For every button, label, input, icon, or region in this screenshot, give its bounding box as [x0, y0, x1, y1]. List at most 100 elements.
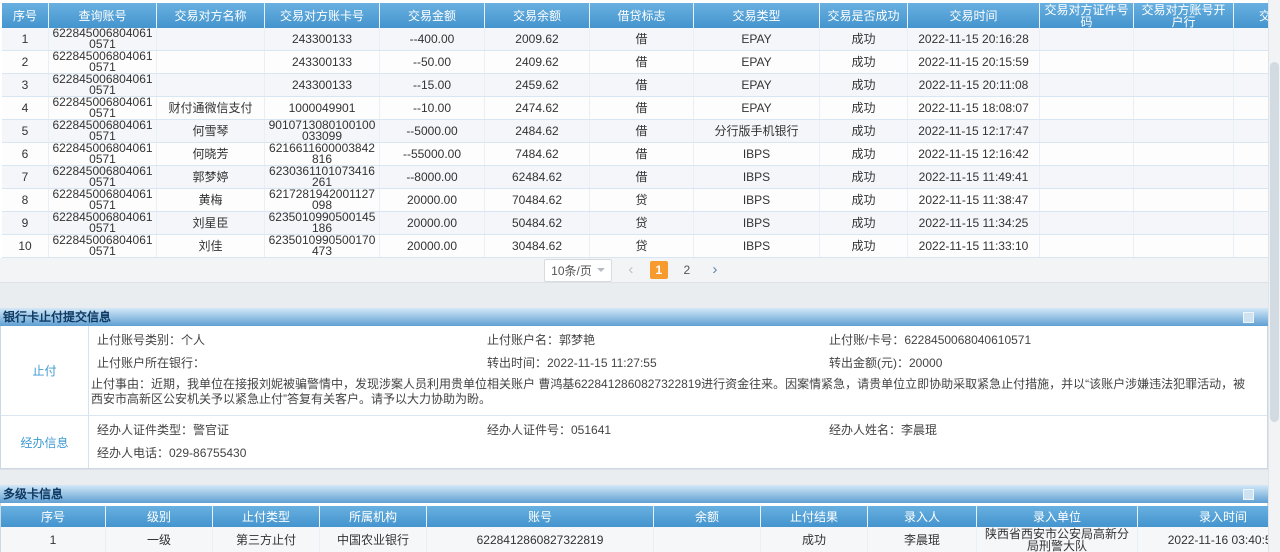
- cell-counterparty-card: 1000049901: [265, 97, 380, 120]
- collapse-icon[interactable]: [1243, 312, 1254, 323]
- cell-seq: 9: [2, 212, 49, 235]
- table-row[interactable]: 46228450068040610571财付通微信支付1000049901--1…: [2, 97, 1280, 120]
- transactions-table-body: 16228450068040610571243300133--400.00200…: [2, 28, 1280, 258]
- next-page-button[interactable]: [706, 261, 724, 279]
- info-field: 转出金额(元)：20000: [829, 357, 1259, 370]
- cell-counterparty-card: 6235010990500170473: [265, 235, 380, 258]
- cell-counterparty-name: 黄梅: [157, 189, 265, 212]
- cell-type: EPAY: [694, 28, 820, 51]
- cell-account: 6228450068040610571: [49, 74, 157, 97]
- cell-debit-credit-flag: 借: [590, 74, 694, 97]
- cell-amount: --10.00: [380, 97, 485, 120]
- column-header: 止付类型: [213, 506, 320, 527]
- transactions-table: 序号查询账号交易对方名称交易对方账卡号交易金额交易余额借贷标志交易类型交易是否成…: [2, 3, 1280, 258]
- cell-balance: 2409.62: [485, 51, 590, 74]
- column-header: 账号: [427, 506, 654, 527]
- table-row[interactable]: 106228450068040610571刘佳62350109905001704…: [2, 235, 1280, 258]
- cell-counterparty-bank: [1134, 51, 1234, 74]
- cell-counterparty-name: 刘星臣: [157, 212, 265, 235]
- multi-card-table: 序号级别止付类型所属机构账号余额止付结果录入人录入单位录入时间 1一级第三方止付…: [1, 506, 1280, 552]
- page-1-button[interactable]: 1: [650, 261, 668, 279]
- cell-time: 2022-11-15 12:16:42: [908, 143, 1040, 166]
- cell-balance: 62484.62: [485, 166, 590, 189]
- cell-account: 6228450068040610571: [49, 97, 157, 120]
- cell-seq: 8: [2, 189, 49, 212]
- cell-amount: --55000.00: [380, 143, 485, 166]
- collapse-icon[interactable]: [1243, 489, 1254, 500]
- cell-amount: --15.00: [380, 74, 485, 97]
- scrollbar-thumb[interactable]: [1270, 62, 1279, 422]
- cell-counterparty-bank: [1134, 166, 1234, 189]
- cell-institution: 中国农业银行: [320, 527, 427, 552]
- cell-amount: 20000.00: [380, 235, 485, 258]
- cell-counterparty-card: 243300133: [265, 51, 380, 74]
- cell-seq: 1: [2, 28, 49, 51]
- cell-time: 2022-11-15 11:38:47: [908, 189, 1040, 212]
- table-row[interactable]: 26228450068040610571 243300133--50.002409…: [2, 51, 1280, 74]
- column-header: 交易对方账号开户行: [1134, 3, 1234, 28]
- cell-balance: 2009.62: [485, 28, 590, 51]
- stop-group: 止付 止付账号类别：个人止付账户名：郭梦艳止付账/卡号：622845006804…: [1, 326, 1267, 416]
- cell-counterparty-name: [157, 51, 265, 74]
- prev-page-button[interactable]: [622, 261, 640, 279]
- table-row[interactable]: 86228450068040610571黄梅621728194200112709…: [2, 189, 1280, 212]
- info-field: 经办人证件号：051641: [487, 424, 829, 437]
- page-size-select[interactable]: 10条/页: [544, 259, 612, 282]
- cell-seq: 2: [2, 51, 49, 74]
- cell-debit-credit-flag: 贷: [590, 235, 694, 258]
- agent-group: 经办信息 经办人证件类型：警官证经办人证件号：051641经办人姓名：李晨琨 经…: [1, 416, 1267, 468]
- scrollbar[interactable]: [1268, 0, 1280, 552]
- cell-time: 2022-11-15 18:08:07: [908, 97, 1040, 120]
- cell-debit-credit-flag: 贷: [590, 189, 694, 212]
- cell-counterparty-cert-no: [1040, 189, 1134, 212]
- column-header: 级别: [106, 506, 213, 527]
- cell-counterparty-cert-no: [1040, 51, 1134, 74]
- cell-counterparty-name: [157, 74, 265, 97]
- table-row[interactable]: 56228450068040610571何雪琴90107130801001000…: [2, 120, 1280, 143]
- cell-balance: 2484.62: [485, 120, 590, 143]
- table-row[interactable]: 76228450068040610571郭梦婷62303611010734162…: [2, 166, 1280, 189]
- cell-seq: 3: [2, 74, 49, 97]
- cell-amount: 20000.00: [380, 212, 485, 235]
- chevron-down-icon: [597, 268, 605, 272]
- stop-payment-section-header[interactable]: 银行卡止付提交信息: [0, 308, 1268, 326]
- cell-type: EPAY: [694, 51, 820, 74]
- cell-amount: --50.00: [380, 51, 485, 74]
- cell-time: 2022-11-15 11:49:41: [908, 166, 1040, 189]
- table-row[interactable]: 96228450068040610571刘星臣62350109905001451…: [2, 212, 1280, 235]
- cell-amount: 20000.00: [380, 189, 485, 212]
- table-row[interactable]: 36228450068040610571243300133--15.002459…: [2, 74, 1280, 97]
- table-row[interactable]: 66228450068040610571何晓芳62166116000038428…: [2, 143, 1280, 166]
- cell-counterparty-name: 郭梦婷: [157, 166, 265, 189]
- cell-seq: 6: [2, 143, 49, 166]
- cell-type: IBPS: [694, 235, 820, 258]
- info-field: 止付账户名：郭梦艳: [487, 334, 829, 347]
- cell-counterparty-cert-no: [1040, 74, 1134, 97]
- stop-fields-row-2: 止付账户所在银行：转出时间：2022-11-15 11:27:55转出金额(元)…: [89, 352, 1267, 375]
- page-2-button[interactable]: 2: [678, 261, 696, 279]
- spacer-band: [0, 469, 1280, 485]
- cell-counterparty-cert-no: [1040, 28, 1134, 51]
- cell-account: 6228450068040610571: [49, 51, 157, 74]
- cell-counterparty-cert-no: [1040, 120, 1134, 143]
- cell-success: 成功: [820, 235, 908, 258]
- cell-success: 成功: [820, 120, 908, 143]
- cell-success: 成功: [820, 166, 908, 189]
- cell-level: 一级: [106, 527, 213, 552]
- cell-seq: 4: [2, 97, 49, 120]
- column-header: 录入时间: [1138, 506, 1280, 527]
- cell-time: 2022-11-15 11:34:25: [908, 212, 1040, 235]
- cell-counterparty-card: 6230361101073416261: [265, 166, 380, 189]
- cell-counterparty-card: 243300133: [265, 28, 380, 51]
- column-header: 交易时间: [908, 3, 1040, 28]
- cell-time: 2022-11-15 20:16:28: [908, 28, 1040, 51]
- cell-time: 2022-11-15 11:33:10: [908, 235, 1040, 258]
- cell-seq: 5: [2, 120, 49, 143]
- table-row[interactable]: 16228450068040610571243300133--400.00200…: [2, 28, 1280, 51]
- cell-account: 6228450068040610571: [49, 212, 157, 235]
- table-row[interactable]: 1一级第三方止付中国农业银行6228412860827322819成功李晨琨陕西…: [1, 527, 1280, 552]
- cell-balance: 2459.62: [485, 74, 590, 97]
- cell-counterparty-card: 6217281942001127098: [265, 189, 380, 212]
- cell-success: 成功: [820, 97, 908, 120]
- multi-card-section-header[interactable]: 多级卡信息: [0, 485, 1268, 503]
